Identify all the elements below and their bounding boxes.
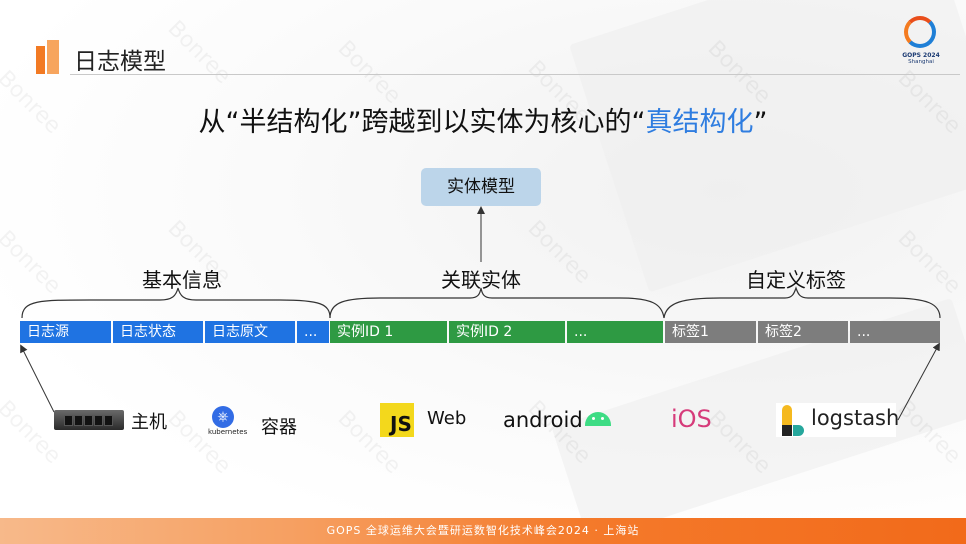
field-instance-1: 实例ID 1 xyxy=(330,321,447,343)
logstash-icon xyxy=(782,405,792,425)
source-android-label: android xyxy=(503,408,583,432)
field-basic-more: ... xyxy=(297,321,329,343)
group-label-tags: 自定义标签 xyxy=(746,268,846,292)
source-host-label: 主机 xyxy=(131,412,167,433)
field-tag-1: 标签1 xyxy=(665,321,756,343)
field-tag-2: 标签2 xyxy=(758,321,848,343)
logstash-logo: logstash xyxy=(776,403,900,437)
source-container-label: 容器 xyxy=(261,417,297,438)
arrow-right xyxy=(897,342,940,421)
group-label-entity: 关联实体 xyxy=(441,268,521,292)
footer: GOPS 全球运维大会暨研运数智化技术峰会2024 · 上海站 xyxy=(0,518,966,544)
field-instance-2: 实例ID 2 xyxy=(449,321,565,343)
source-ios-label: iOS xyxy=(671,405,712,433)
field-log-status: 日志状态 xyxy=(113,321,203,343)
kubernetes-label: kubernetes xyxy=(208,428,248,436)
field-entity-more: ... xyxy=(567,321,663,343)
source-logstash-label: logstash xyxy=(811,406,900,430)
arrow-left xyxy=(20,344,55,413)
slide: Bonree Bonree Bonree Bonree Bonree Bonre… xyxy=(0,0,966,544)
server-icon xyxy=(54,410,124,430)
group-label-basic: 基本信息 xyxy=(142,268,222,292)
field-log-raw: 日志原文 xyxy=(205,321,295,343)
javascript-icon: JS xyxy=(380,403,414,437)
field-tags-more: ... xyxy=(850,321,940,343)
field-log-source: 日志源 xyxy=(20,321,111,343)
kubernetes-icon: ⎈ xyxy=(212,406,234,428)
source-web-label: Web xyxy=(427,408,467,429)
